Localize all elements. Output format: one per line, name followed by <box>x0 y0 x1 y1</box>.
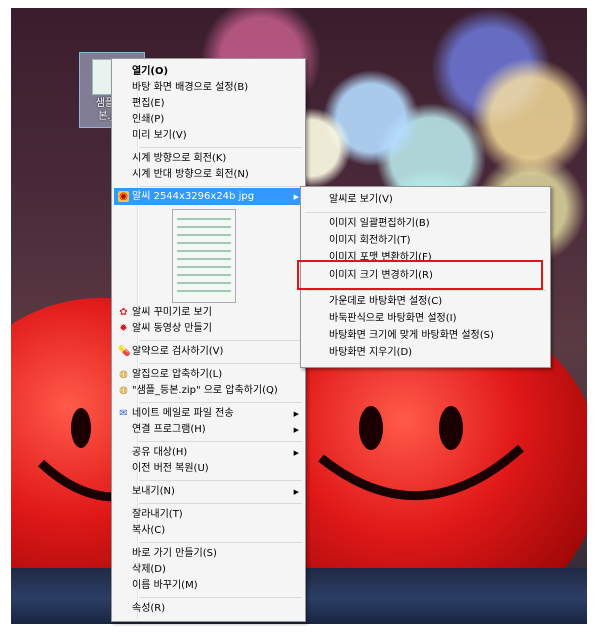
menu-item-label: 알씨 동영상 만들기 <box>132 323 212 334</box>
menu-separator <box>139 441 302 442</box>
menu-item-cut[interactable]: 잘라내기(T) <box>132 507 183 523</box>
alsee-decorate-icon: ✿ <box>119 307 128 318</box>
menu-item-alzip-compress-named[interactable]: ◍ "샘플_등본.zip" 으로 압축하기(Q) <box>119 383 278 399</box>
submenu-item-wallpaper-tile[interactable]: 바둑판식으로 바탕화면 설정(I) <box>329 311 457 327</box>
menu-item-alsee-label: 알씨 2544x3296x24b jpg <box>132 191 255 202</box>
submenu-item-wallpaper-fit[interactable]: 바탕화면 크기에 맞게 바탕화면 설정(S) <box>329 328 494 344</box>
menu-item-edit[interactable]: 편집(E) <box>132 96 165 112</box>
menu-separator <box>139 503 302 504</box>
submenu-item-rotate[interactable]: 이미지 회전하기(T) <box>329 233 411 249</box>
menu-separator <box>139 186 302 187</box>
menu-item-send-to[interactable]: 보내기(N) <box>132 484 175 500</box>
menu-item-properties[interactable]: 속성(R) <box>132 601 165 617</box>
submenu-arrow-icon: ▶ <box>293 410 299 418</box>
menu-separator <box>139 542 302 543</box>
menu-item-label: 알집으로 압축하기(L) <box>132 369 223 380</box>
menu-separator <box>305 212 546 213</box>
menu-item-restore-previous[interactable]: 이전 버전 복원(U) <box>132 461 209 477</box>
menu-item-delete[interactable]: 삭제(D) <box>132 562 166 578</box>
menu-item-label: 네이트 메일로 파일 전송 <box>132 408 234 419</box>
image-preview-thumbnail <box>172 209 236 303</box>
menu-item-alsee-video[interactable]: ✹ 알씨 동영상 만들기 <box>119 321 212 337</box>
alzip-icon: ◍ <box>119 385 128 396</box>
menu-item-alyac-scan[interactable]: 💊 알약으로 검사하기(V) <box>118 344 224 360</box>
menu-separator <box>139 480 302 481</box>
menu-item-rotate-ccw[interactable]: 시계 반대 방향으로 회전(N) <box>132 167 249 183</box>
submenu-arrow-icon: ▶ <box>293 449 299 457</box>
menu-separator <box>305 290 546 291</box>
alsee-video-icon: ✹ <box>119 323 128 334</box>
alzip-icon: ◍ <box>119 369 128 380</box>
menu-separator <box>139 402 302 403</box>
menu-item-share-with[interactable]: 공유 대상(H) <box>132 445 187 461</box>
menu-separator <box>139 597 302 598</box>
context-menu: 열기(O) 바탕 화면 배경으로 설정(B) 편집(E) 인쇄(P) 미리 보기… <box>111 58 306 622</box>
annotation-highlight-box <box>297 260 543 290</box>
menu-item-rename[interactable]: 이름 바꾸기(M) <box>132 578 198 594</box>
menu-item-open[interactable]: 열기(O) <box>132 64 168 80</box>
menu-item-preview[interactable]: 미리 보기(V) <box>132 128 187 144</box>
menu-item-open-with[interactable]: 연결 프로그램(H) <box>132 422 206 438</box>
submenu-item-wallpaper-center[interactable]: 가운데로 바탕화면 설정(C) <box>329 294 442 310</box>
menu-separator <box>139 340 302 341</box>
nate-mail-icon: ✉ <box>119 408 128 419</box>
menu-item-rotate-cw[interactable]: 시계 방향으로 회전(K) <box>132 151 226 167</box>
menu-item-label: "샘플_등본.zip" 으로 압축하기(Q) <box>132 385 278 396</box>
menu-separator <box>139 363 302 364</box>
submenu-item-view-alsee[interactable]: 알씨로 보기(V) <box>329 192 393 208</box>
alyac-pill-icon: 💊 <box>118 346 131 357</box>
alsee-icon: ◉ <box>118 191 129 202</box>
menu-item-label: 알씨 꾸미기로 보기 <box>132 307 212 318</box>
menu-item-copy[interactable]: 복사(C) <box>132 523 165 539</box>
menu-item-print[interactable]: 인쇄(P) <box>132 112 164 128</box>
submenu-arrow-icon: ▶ <box>293 426 299 434</box>
menu-item-alsee-info[interactable]: ◉ 알씨 2544x3296x24b jpg <box>118 189 255 205</box>
menu-item-label: 알약으로 검사하기(V) <box>132 346 224 357</box>
menu-item-alsee-decorate[interactable]: ✿ 알씨 꾸미기로 보기 <box>119 305 212 321</box>
menu-item-set-wallpaper[interactable]: 바탕 화면 배경으로 설정(B) <box>132 80 248 96</box>
submenu-item-batch-edit[interactable]: 이미지 일괄편집하기(B) <box>329 216 430 232</box>
menu-item-nate-mail[interactable]: ✉ 네이트 메일로 파일 전송 <box>119 406 234 422</box>
submenu-arrow-icon: ▶ <box>293 193 299 201</box>
submenu-item-wallpaper-clear[interactable]: 바탕화면 지우기(D) <box>329 345 412 361</box>
submenu-arrow-icon: ▶ <box>293 488 299 496</box>
menu-item-alzip-compress[interactable]: ◍ 알집으로 압축하기(L) <box>119 367 223 383</box>
menu-separator <box>139 147 302 148</box>
menu-item-create-shortcut[interactable]: 바로 가기 만들기(S) <box>132 546 217 562</box>
